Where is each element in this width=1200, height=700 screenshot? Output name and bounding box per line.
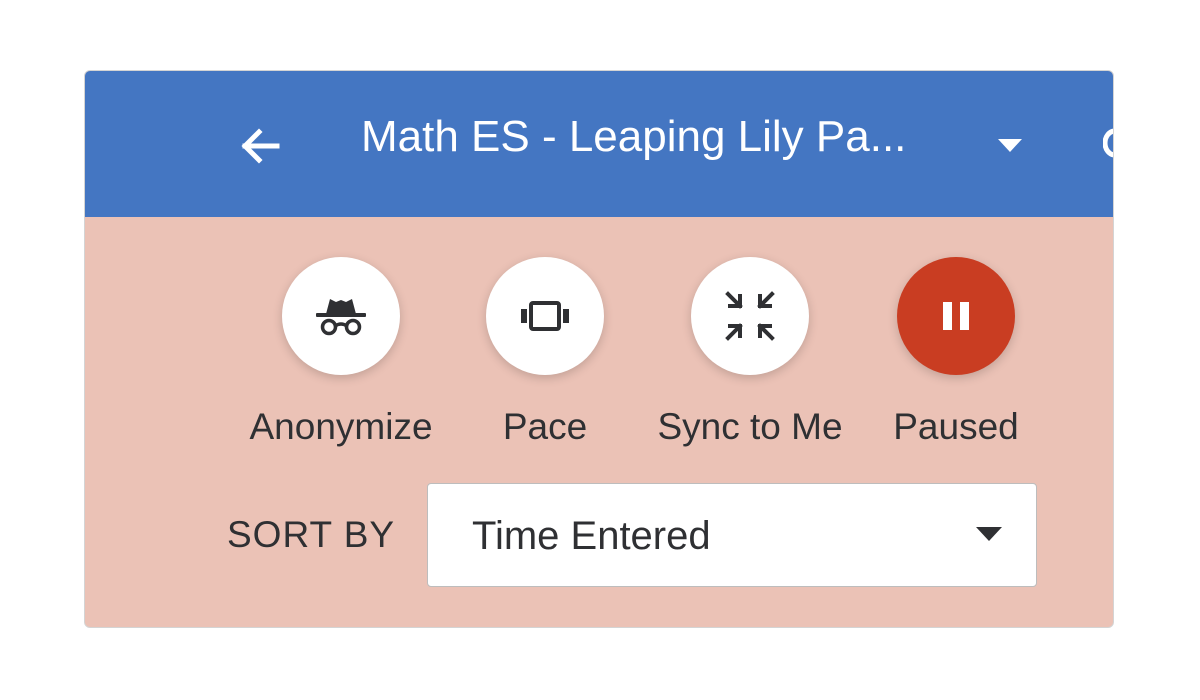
- caret-down-icon: [976, 527, 1002, 541]
- sort-select[interactable]: Time Entered: [427, 483, 1037, 587]
- collapse-arrows-icon: [725, 291, 775, 341]
- lesson-title[interactable]: Math ES - Leaping Lily Pa...: [361, 107, 906, 167]
- pace-label: Pace: [502, 406, 588, 447]
- lesson-dropdown-button[interactable]: [990, 133, 1030, 159]
- view-carousel-icon: [521, 301, 569, 331]
- teacher-controls-panel: Math ES - Leaping Lily Pa... Anonymize P…: [84, 70, 1114, 628]
- anonymize-button[interactable]: Anonymize: [231, 257, 451, 449]
- sync-circle[interactable]: [691, 257, 809, 375]
- paused-label: Paused: [893, 406, 1019, 447]
- pause-button[interactable]: Paused: [846, 257, 1066, 449]
- arrow-left-icon: [241, 128, 280, 164]
- sync-to-me-button[interactable]: Sync to Me: [640, 257, 860, 449]
- pause-circle[interactable]: [897, 257, 1015, 375]
- anonymize-label: Anonymize: [249, 406, 433, 447]
- back-button[interactable]: [235, 121, 285, 171]
- incognito-icon: [316, 299, 366, 336]
- pace-circle[interactable]: [486, 257, 604, 375]
- control-bar: Anonymize Pace Sync to Me Paused SORT BY…: [85, 217, 1113, 627]
- anonymize-circle[interactable]: [282, 257, 400, 375]
- caret-down-icon: [998, 139, 1022, 152]
- pace-button[interactable]: Pace: [435, 257, 655, 449]
- lesson-header: Math ES - Leaping Lily Pa...: [85, 71, 1113, 217]
- sort-selected-value: Time Entered: [472, 514, 711, 558]
- sort-by-label: SORT BY: [227, 514, 396, 555]
- sync-to-me-label: Sync to Me: [657, 406, 843, 447]
- truncated-header-icon: [1102, 123, 1113, 163]
- pause-icon: [943, 302, 969, 330]
